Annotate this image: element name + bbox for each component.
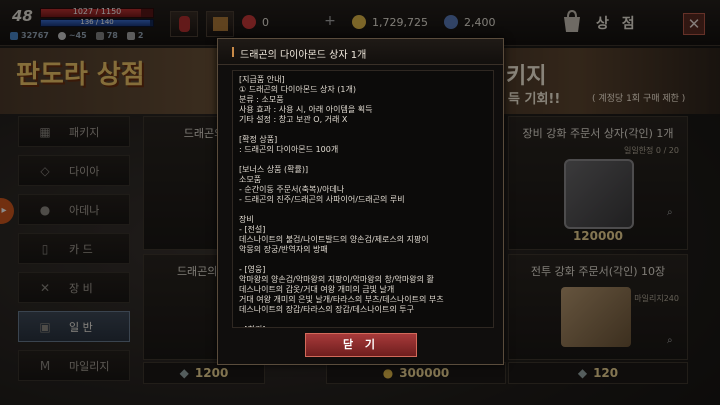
description-line: [보너스 상품 (확률)] (239, 165, 309, 174)
description-line (239, 155, 487, 165)
description-line (239, 255, 487, 265)
description-line: 분류 : 소모품 (239, 95, 284, 104)
description-line: 장비 (239, 215, 254, 224)
description-line: - [희귀] (239, 325, 487, 327)
item-detail-modal: 드래곤의 다이아몬드 상자 1개 [지급품 안내] ① 드래곤의 다이아몬드 상자… (217, 38, 504, 365)
modal-title: 드래곤의 다이아몬드 상자 1개 (240, 50, 367, 61)
description-line: - [영웅] (239, 265, 266, 274)
modal-description[interactable]: [지급품 안내] ① 드래곤의 다이아몬드 상자 (1개) 분류 : 소모품 사용 효… (232, 70, 494, 328)
description-line: 소모품 (239, 175, 262, 184)
description-line (239, 315, 487, 325)
description-line: - [전설] (239, 225, 266, 234)
description-line: ① 드래곤의 다이아몬드 상자 (1개) (239, 85, 356, 94)
description-line: - 드래곤의 진주/드래곤의 사파이어/드래곤의 루비 (239, 195, 405, 204)
description-line: - 순간이동 주문서(축복)/아데나 (239, 185, 345, 194)
description-line (239, 205, 487, 215)
description-line: [지급품 안내] (239, 75, 285, 84)
close-modal-button[interactable]: 닫 기 (305, 333, 417, 357)
description-line (239, 125, 487, 135)
description-line: [확정 상품] (239, 135, 278, 144)
description-line: 기타 설정 : 창고 보관 O, 거래 X (239, 115, 348, 124)
title-marker (232, 47, 234, 57)
description-line: 데스나이트의 갑옷/거대 여왕 개미의 금빛 날개 (239, 285, 395, 294)
description-line: 악마왕의 양손검/악마왕의 지팡이/악마왕의 창/악마왕의 활 (239, 275, 434, 284)
description-line: 데스나이트의 불검/나이트발드의 양손검/제로스의 지팡이 (239, 235, 429, 244)
description-line: 거대 여왕 개미의 은빛 날개/타라스의 부츠/데스나이트의 부츠 (239, 295, 444, 304)
description-line: 데스나이트의 장갑/타라스의 장갑/데스나이트의 투구 (239, 305, 414, 314)
description-line: : 드래곤의 다이아몬드 100개 (239, 145, 339, 154)
modal-header: 드래곤의 다이아몬드 상자 1개 (218, 39, 503, 65)
description-line: 사용 효과 : 사용 시, 아래 아이템을 획득 (239, 105, 373, 114)
description-line: 악몽의 장궁/반역자의 방패 (239, 245, 328, 254)
